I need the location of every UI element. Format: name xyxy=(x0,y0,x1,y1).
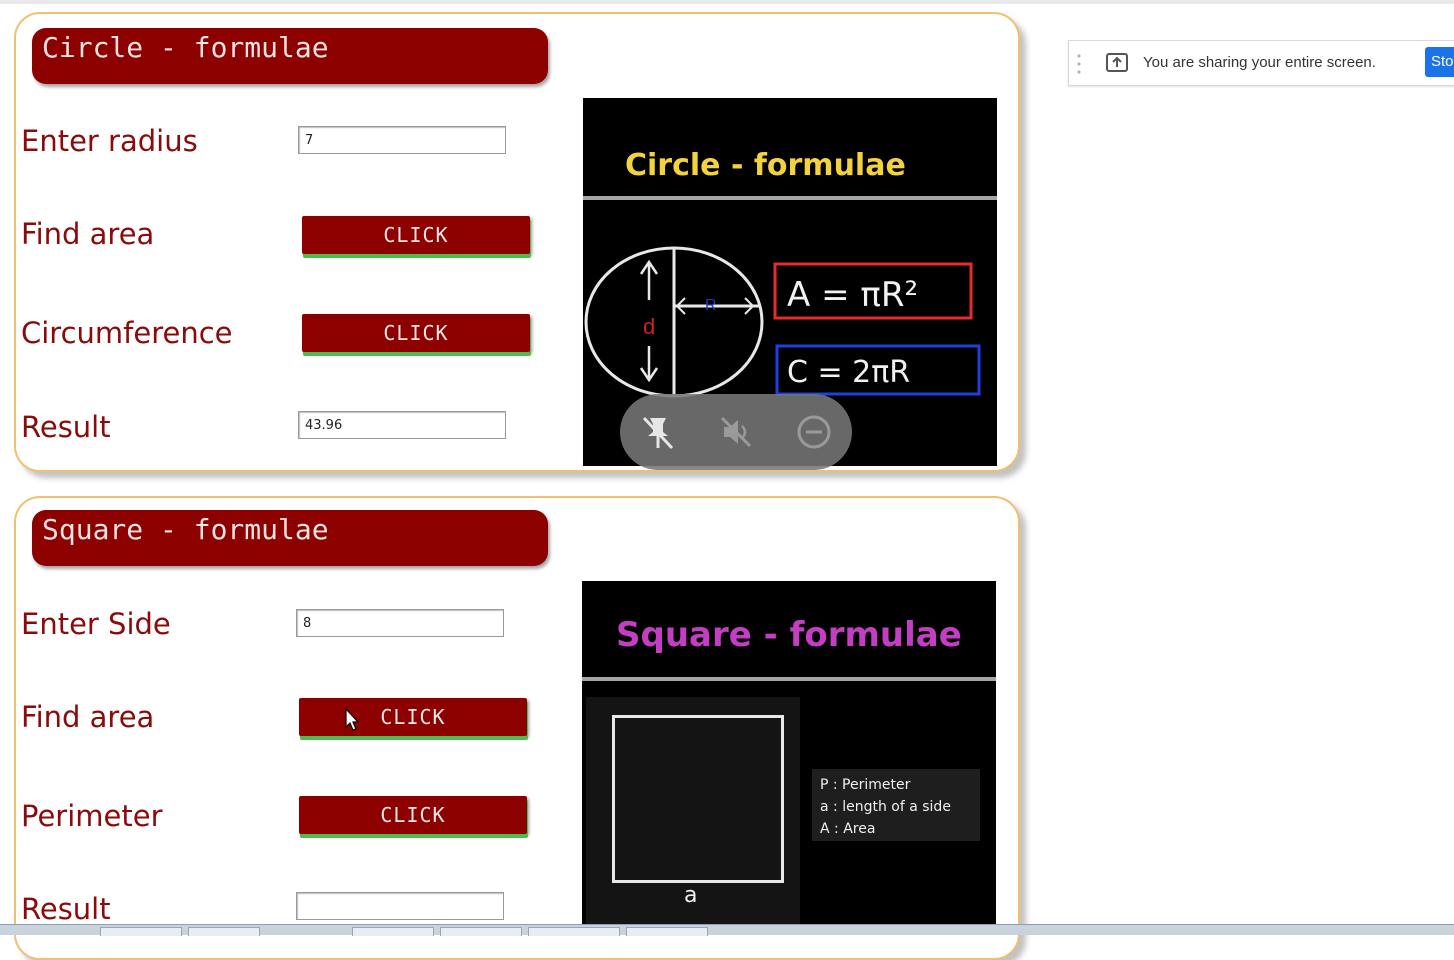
mouse-cursor-icon xyxy=(345,708,359,731)
circumference-formula: C = 2πR xyxy=(787,355,910,390)
screen-share-icon xyxy=(1106,53,1128,72)
pin-icon[interactable] xyxy=(638,412,678,452)
circumference-label: Circumference xyxy=(21,316,233,350)
circle-card: Circle - formulae Enter radius Find area… xyxy=(14,12,1020,472)
square-area-button[interactable]: CLICK xyxy=(299,698,527,736)
taskbar-item[interactable] xyxy=(626,927,708,936)
drag-handle-icon[interactable] xyxy=(1075,53,1083,75)
square-diagram-panel: a xyxy=(586,697,800,925)
taskbar-item[interactable] xyxy=(528,927,620,936)
window-top-strip xyxy=(0,0,1454,4)
circle-area-label: Find area xyxy=(21,217,155,251)
radius-letter: R xyxy=(705,297,717,314)
circle-result-label: Result xyxy=(21,410,111,444)
perimeter-button[interactable]: CLICK xyxy=(299,796,527,834)
radius-label: Enter radius xyxy=(21,124,198,158)
square-shape xyxy=(612,715,784,883)
taskbar-item[interactable] xyxy=(188,927,260,936)
screen-share-message: You are sharing your entire screen. xyxy=(1143,54,1376,71)
legend-area: A : Area xyxy=(820,821,876,837)
stop-sharing-button[interactable]: Stop xyxy=(1425,47,1454,77)
area-formula: A = πR² xyxy=(787,275,918,315)
square-area-label: Find area xyxy=(21,700,155,734)
legend-side: a : length of a side xyxy=(820,799,951,815)
perimeter-label: Perimeter xyxy=(21,799,163,833)
radius-input[interactable] xyxy=(298,126,506,154)
square-formula-image: Square - formulae a P : Perimeter a : le… xyxy=(582,581,996,927)
side-input[interactable] xyxy=(296,609,504,637)
circle-section-title: Circle - formulae xyxy=(32,28,548,84)
mute-icon[interactable] xyxy=(716,412,756,452)
taskbar-item[interactable] xyxy=(440,927,522,936)
diameter-letter: d xyxy=(643,314,655,339)
square-legend: P : Perimeter a : length of a side A : A… xyxy=(812,769,980,841)
square-image-title: Square - formulae xyxy=(616,615,962,655)
square-section-title: Square - formulae xyxy=(32,510,548,566)
meeting-overlay-controls xyxy=(620,394,852,470)
square-card: Square - formulae Enter Side Find area C… xyxy=(14,496,1020,960)
taskbar-item[interactable] xyxy=(100,927,182,936)
circle-result-field[interactable] xyxy=(298,411,506,439)
taskbar-item[interactable] xyxy=(352,927,434,936)
side-label: Enter Side xyxy=(21,607,171,641)
square-result-label: Result xyxy=(21,892,111,926)
legend-perimeter: P : Perimeter xyxy=(820,777,911,793)
circle-area-button[interactable]: CLICK xyxy=(302,216,530,254)
screen-share-bar: You are sharing your entire screen. Stop xyxy=(1068,40,1454,86)
taskbar xyxy=(0,924,1454,936)
minimize-icon[interactable] xyxy=(794,412,834,452)
circle-image-title: Circle - formulae xyxy=(625,148,906,183)
circumference-button[interactable]: CLICK xyxy=(302,314,530,352)
square-image-divider xyxy=(582,677,996,681)
side-letter: a xyxy=(684,883,698,908)
square-result-field[interactable] xyxy=(296,892,504,920)
